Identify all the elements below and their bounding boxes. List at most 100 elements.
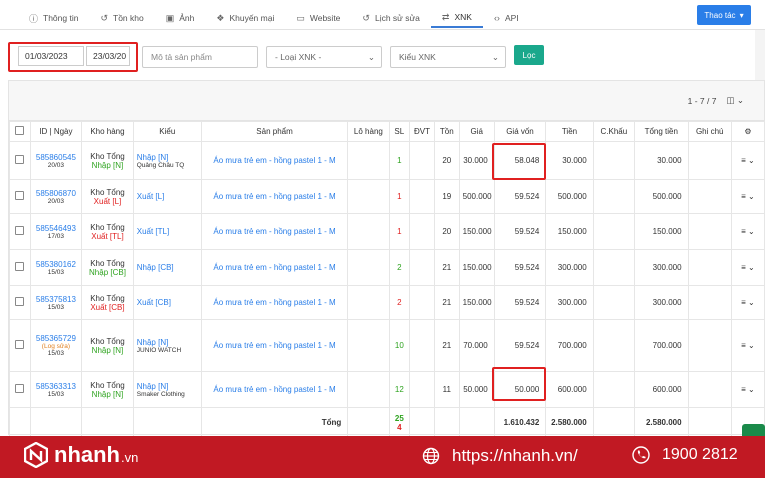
row-menu-cell: ≡ ⌄ xyxy=(730,179,765,214)
product-link[interactable]: Áo mưa trẻ em - hồng pastel 1 - M xyxy=(213,263,335,272)
lot-cell xyxy=(347,371,390,408)
empty-cell xyxy=(433,407,460,438)
row-date: 15/03 xyxy=(47,350,65,357)
empty-cell xyxy=(347,407,390,438)
product-cell: Áo mưa trẻ em - hồng pastel 1 - M xyxy=(200,319,349,372)
empty-cell xyxy=(81,407,134,438)
product-link[interactable]: Áo mưa trẻ em - hồng pastel 1 - M xyxy=(213,298,335,307)
row-menu-cell: ≡ ⌄ xyxy=(730,141,765,180)
xnk-panel: 1 - 7 / 7 ◫ ⌄ ID | Ngày Kho hàng Kiểu Sản p… xyxy=(8,80,765,438)
product-link[interactable]: Áo mưa trẻ em - hồng pastel 1 - M xyxy=(213,156,335,165)
order-id-link[interactable]: 585363313 xyxy=(34,382,79,391)
row-checkbox[interactable] xyxy=(15,191,25,200)
id-date-cell: 585375813 15/03 xyxy=(29,285,83,320)
type-select[interactable]: - Loại XNK - ⌄ xyxy=(266,46,382,68)
columns-toggle-icon[interactable]: ◫ ⌄ xyxy=(726,95,744,106)
menu-icon[interactable]: ≡ ⌄ xyxy=(741,298,755,307)
row-checkbox[interactable] xyxy=(15,384,25,393)
price-cell: 150.000 xyxy=(458,213,495,250)
qty-cell: 1 xyxy=(388,213,411,250)
menu-icon[interactable]: ≡ ⌄ xyxy=(741,341,755,350)
tab-lịch-sử-sửa[interactable]: ↺ Lịch sử sửa xyxy=(351,8,430,28)
store-name: Kho Tổng xyxy=(90,222,125,232)
qty-cell: 1 xyxy=(388,141,411,180)
id-date-cell: 585546493 17/03 xyxy=(29,213,83,250)
row-checkbox[interactable] xyxy=(15,155,25,164)
unit-cell xyxy=(409,249,435,286)
brand-footer: nhanh.vn https://nhanh.vn/ 1900 2812 xyxy=(0,436,765,478)
type-link[interactable]: Xuất [CB] xyxy=(137,298,198,307)
type-cell: Nhập [N] JUNIO WATCH xyxy=(132,319,202,372)
tab-xnk[interactable]: ⇄ XNK xyxy=(430,8,483,28)
tab-label: Lịch sử sửa xyxy=(374,13,420,23)
note-cell xyxy=(687,179,732,214)
row-checkbox[interactable] xyxy=(15,262,25,271)
type-link[interactable]: Nhập [N] xyxy=(137,338,198,347)
row-select-cell xyxy=(9,141,31,180)
type-link[interactable]: Nhập [CB] xyxy=(137,263,198,272)
type-link[interactable]: Xuất [L] xyxy=(137,192,198,201)
select-all-checkbox[interactable] xyxy=(15,126,25,135)
totals-qty-cell: 25 4 xyxy=(388,407,411,438)
store-name: Kho Tổng xyxy=(90,336,125,346)
order-id-link[interactable]: 585375813 xyxy=(34,295,79,304)
cost-cell: 59.524 xyxy=(493,179,547,214)
total-cell: 300.000 xyxy=(633,285,689,320)
type-link[interactable]: Xuất [TL] xyxy=(137,227,198,236)
tab-website[interactable]: ▭ Website xyxy=(285,8,351,28)
row-checkbox[interactable] xyxy=(15,340,25,349)
product-link[interactable]: Áo mưa trẻ em - hồng pastel 1 - M xyxy=(213,385,335,394)
movement-kind: Nhập [N] xyxy=(91,160,124,170)
tab-thông-tin[interactable]: ⓘ Thông tin xyxy=(18,8,89,28)
order-id-link[interactable]: 585546493 xyxy=(34,224,79,233)
gear-icon[interactable]: ⚙ xyxy=(744,127,751,136)
id-date-cell: 585363313 15/03 xyxy=(29,371,83,408)
totals-label: Tổng xyxy=(200,407,349,438)
menu-icon[interactable]: ≡ ⌄ xyxy=(741,156,755,165)
row-checkbox[interactable] xyxy=(15,297,25,306)
actions-button[interactable]: Thao tác ▾ xyxy=(697,5,751,25)
filter-button[interactable]: Lọc xyxy=(514,45,544,65)
product-search-input[interactable]: Mô tả sản phẩm xyxy=(142,46,258,68)
menu-icon[interactable]: ≡ ⌄ xyxy=(741,192,755,201)
amount-cell: 600.000 xyxy=(545,371,594,408)
tab-khuyến-mại[interactable]: ❖ Khuyến mại xyxy=(205,8,285,28)
order-id-link[interactable]: 585806870 xyxy=(34,189,79,198)
tab-ảnh[interactable]: ▣ Ảnh xyxy=(155,8,206,28)
product-cell: Áo mưa trẻ em - hồng pastel 1 - M xyxy=(200,285,349,320)
type-link[interactable]: Nhập [N] xyxy=(137,382,198,391)
note-cell xyxy=(687,285,732,320)
movement-kind: Nhập [CB] xyxy=(89,267,126,277)
amount-cell: 30.000 xyxy=(545,141,594,180)
product-link[interactable]: Áo mưa trẻ em - hồng pastel 1 - M xyxy=(213,192,335,201)
amount-cell: 300.000 xyxy=(545,285,594,320)
product-link[interactable]: Áo mưa trẻ em - hồng pastel 1 - M xyxy=(213,341,335,350)
menu-icon[interactable]: ≡ ⌄ xyxy=(741,263,755,272)
chat-widget[interactable] xyxy=(742,424,765,436)
row-select-cell xyxy=(9,371,31,408)
order-id-link[interactable]: 585860545 xyxy=(34,153,79,162)
empty-cell xyxy=(592,407,635,438)
type-link[interactable]: Nhập [N] xyxy=(137,153,198,162)
kind-select[interactable]: Kiểu XNK ⌄ xyxy=(390,46,506,68)
source-name: JUNIO WATCH xyxy=(136,346,182,354)
order-id-link[interactable]: 585365729 xyxy=(34,334,79,343)
row-checkbox[interactable] xyxy=(15,226,25,235)
store-cell: Kho Tổng Xuất [CB] xyxy=(81,285,134,320)
stock-cell: 11 xyxy=(433,371,460,408)
phone-link[interactable]: 1900 2812 xyxy=(632,446,738,464)
website-link[interactable]: https://nhanh.vn/ xyxy=(422,446,578,466)
date-to-input[interactable]: 23/03/20 xyxy=(86,46,130,66)
movement-kind: Nhập [N] xyxy=(91,389,124,399)
order-id-link[interactable]: 585380162 xyxy=(34,260,79,269)
menu-icon[interactable]: ≡ ⌄ xyxy=(741,385,755,394)
tab-tồn-kho[interactable]: ↺ Tồn kho xyxy=(89,8,154,28)
stock-cell: 21 xyxy=(433,319,460,372)
row-date: 15/03 xyxy=(47,303,65,311)
date-from-input[interactable]: 01/03/2023 xyxy=(18,46,84,66)
menu-icon[interactable]: ≡ ⌄ xyxy=(741,227,755,236)
tab-api[interactable]: ‹› API xyxy=(483,8,530,28)
discount-cell xyxy=(592,319,635,372)
product-link[interactable]: Áo mưa trẻ em - hồng pastel 1 - M xyxy=(213,227,335,236)
gift-icon: ❖ xyxy=(216,12,225,23)
